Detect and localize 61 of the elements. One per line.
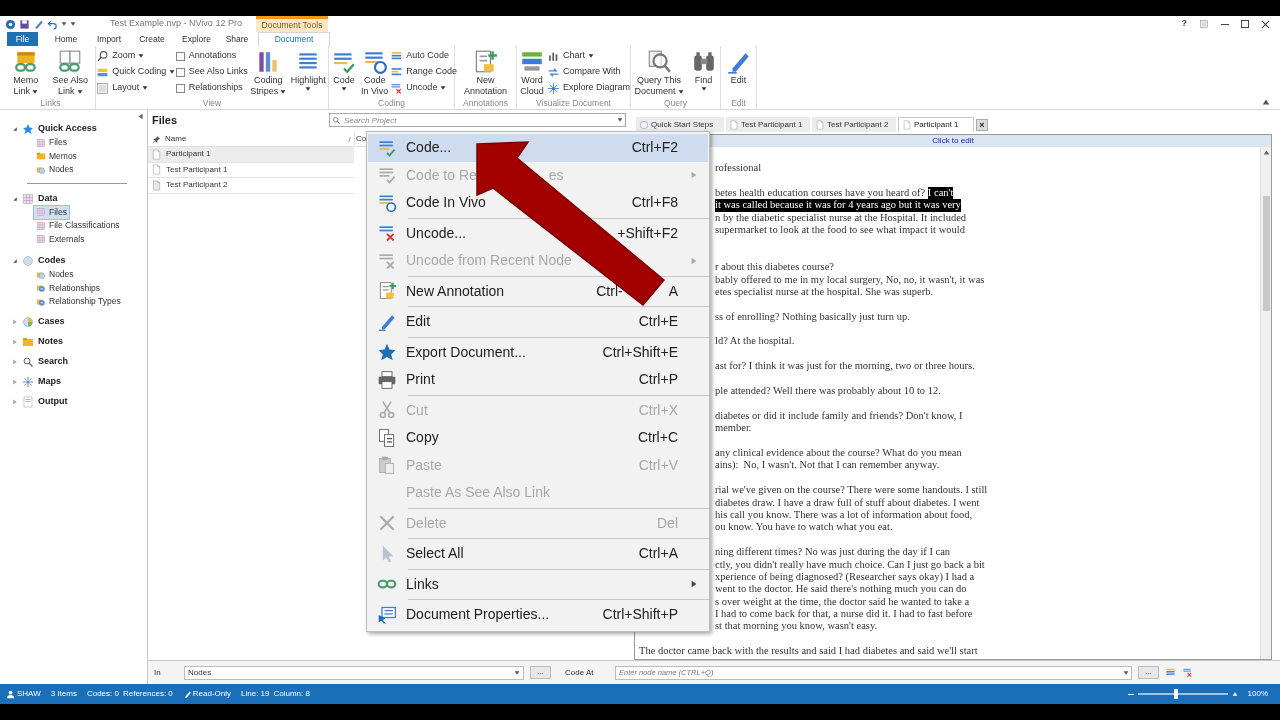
document-text: s over weight at the time, the doctor said he wanted to take a — [715, 595, 970, 609]
file-name: Test Participant 1 — [165, 163, 228, 176]
document-text: rial we've given on the course? There were some handouts. I still — [715, 484, 988, 497]
checkbox-label: Relationships — [188, 81, 243, 95]
document-text: st that morning you know, wasn't easy. — [715, 620, 878, 633]
menu-item: Code to Re es — [368, 161, 708, 189]
document-text: ss of enrolling? Nothing basically just turn up. — [715, 310, 910, 324]
reference-count: References: 0 — [122, 688, 173, 700]
menu-item: Cut Ctrl+X — [368, 396, 708, 424]
document-text: diabetes or did it include family and friends? Don't know, I — [715, 409, 963, 423]
ribbon-group-label: Coding — [377, 97, 406, 109]
ribbon-group-label: Visualize Document — [535, 97, 612, 109]
pane-title: Files — [152, 112, 178, 128]
document-text: bably offered to me in my local surgery, No, no, it wasn't, it was — [715, 273, 985, 286]
menu-item: Uncode from Recent Node — [368, 247, 708, 275]
item-count: 3 Items — [50, 688, 77, 700]
document-text: member. — [715, 422, 752, 435]
document-text: r about this diabetes course? — [715, 261, 834, 274]
document-text: betes health education courses have you heard of? — [715, 186, 927, 200]
document-text: rofessional — [715, 162, 762, 175]
ribbon-group-label: Annotations — [462, 97, 509, 109]
field-label: Code At — [564, 666, 595, 679]
user-name: SHAW — [17, 688, 41, 700]
file-name: Participant 1 — [165, 148, 211, 161]
file-name: Test Participant 2 — [165, 179, 228, 192]
document-text: ast for? I think it was just for the morning, two or three hours. — [715, 360, 975, 373]
window-title: Test Example.nvp - NVivo 12 Pro — [109, 17, 243, 31]
document-text: ple attended? Well there was probably about 10 to 12. — [715, 385, 941, 398]
ribbon-group-label: View — [201, 97, 223, 109]
line-position: Line: 19 — [241, 688, 270, 700]
ribbon-group-label: Query — [662, 97, 689, 109]
menu-item: Delete Del — [368, 509, 708, 537]
ribbon-group-label: Edit — [730, 97, 747, 109]
edit-mode-status: Read-Only — [192, 688, 232, 700]
document-text: The doctor came back with the results and said I had diabetes and said we'll start — [639, 645, 978, 658]
document-text: I had to come back for that, a nurse did it. I had to fast before — [715, 608, 973, 621]
checkbox-label: Annotations — [188, 49, 237, 63]
menu-item: Paste As See Also Link — [405, 483, 551, 503]
document-text: n by the diabetic specialist nurse at the Hospital. It included — [715, 211, 967, 224]
document-text: it was called because it was for 4 years ago but it was very — [715, 199, 961, 212]
zoom-level: 100% — [1246, 688, 1269, 700]
document-text: ning different times? No was just during the day if I can — [715, 546, 951, 559]
document-text: xperience of being diagnosed? (Researcher says okay) I had a — [715, 570, 975, 584]
context-tab-group-label: Document Tools — [256, 16, 328, 32]
document-text: any clinical evidence about the course? What do you mean — [715, 447, 962, 460]
document-text: etes specialist nurse at the hospital. She was superb. — [715, 285, 934, 299]
document-text: ctly, you didn't really have much choice. Can I just go back a bit — [715, 558, 985, 571]
document-text: diabetes draw. I have a draw full of stuff about diabetes. I went — [715, 496, 980, 509]
document-text: ou know. You have to watch what you eat. — [715, 521, 893, 534]
document-text: ld? At the hospital. — [715, 335, 795, 348]
document-text: went to the doctor. He said there's nothing much you can do — [715, 583, 967, 596]
column-position: Column: 8 — [273, 688, 310, 700]
code-count: Codes: 0 — [86, 688, 119, 700]
document-text: I can't — [927, 186, 954, 200]
document-text: his call you know. There was a lot of information about food, — [715, 508, 973, 522]
field-label: In — [154, 666, 162, 679]
ribbon-group-label: Links — [39, 97, 62, 109]
checkbox-label: See Also Links — [188, 65, 248, 79]
document-text: supermarket to look at the food to see what impact it would — [715, 223, 965, 237]
document-text: ains): No, I wasn't. Not that I can remember anyway. — [715, 459, 940, 472]
menu-item: Paste Ctrl+V — [368, 451, 708, 479]
